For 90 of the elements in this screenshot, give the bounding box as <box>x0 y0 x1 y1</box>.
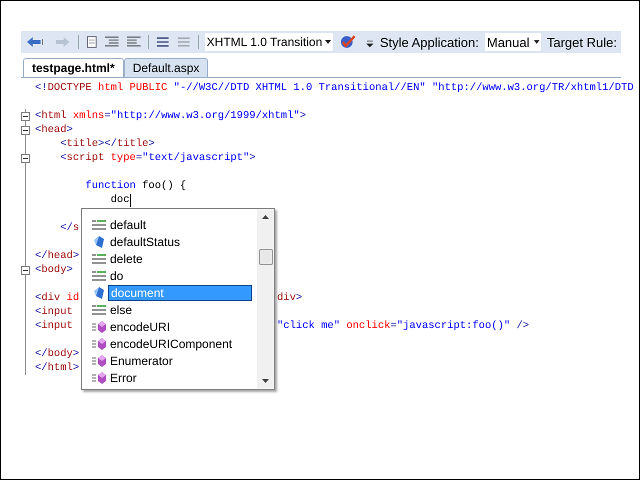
code-token: head <box>41 123 67 137</box>
code-token: html <box>41 109 67 123</box>
document-icon[interactable] <box>84 35 98 49</box>
code-token: DOCTYPE <box>48 81 92 95</box>
completion-item[interactable]: else <box>108 302 134 318</box>
code-token: < <box>35 291 42 305</box>
completion-item[interactable]: delete <box>108 250 145 266</box>
code-token: input <box>41 319 73 333</box>
target-rule-label: Target Rule: <box>546 36 617 48</box>
code-token: = <box>104 109 111 123</box>
code-token: title <box>116 137 148 151</box>
code-token: </ <box>35 249 48 263</box>
document-tab[interactable]: Default.aspx <box>124 58 208 77</box>
collapse-icon[interactable] <box>21 112 30 120</box>
code-token: input <box>41 305 73 319</box>
code-token: doc <box>110 193 130 207</box>
code-token: "http://www.w3.org/1999/xhtml" <box>110 109 300 123</box>
code-token: < <box>59 137 67 151</box>
code-token: xmlns <box>72 109 104 123</box>
keyword-icon <box>90 304 106 316</box>
code-token: div <box>41 291 60 305</box>
code-token: id <box>66 291 80 305</box>
completion-item[interactable]: Error <box>108 370 139 386</box>
code-token: "click me" <box>277 319 340 333</box>
method-icon <box>90 370 106 384</box>
style-application-dropdown[interactable]: Manual <box>484 33 541 51</box>
code-token: </ <box>35 361 48 375</box>
code-token: head <box>48 249 73 263</box>
code-token: > <box>296 291 302 305</box>
code-token: > <box>72 249 80 263</box>
indent-icon[interactable] <box>104 35 120 49</box>
list-icon[interactable] <box>176 35 192 49</box>
code-token: > <box>249 151 256 165</box>
code-token: onclick <box>345 319 390 333</box>
method-icon <box>90 320 106 334</box>
code-token: body <box>41 263 67 277</box>
code-token: < <box>35 123 42 137</box>
code-token: "javascript:foo()" <box>396 319 510 333</box>
completion-list[interactable]: default defaultStatus delete do document else encodeURI encodeURIComponent Enumerator Error <box>81 208 275 390</box>
code-token: ></ <box>98 137 117 151</box>
code-token: html PUBLIC <box>97 81 168 95</box>
completion-item[interactable]: encodeURI <box>108 318 172 334</box>
style-application-label: Style Application: <box>380 36 479 48</box>
code-token: "text/javascript" <box>142 151 250 165</box>
code-token: script <box>66 151 104 165</box>
completion-item[interactable]: default <box>108 216 148 232</box>
code-token: title <box>66 137 98 151</box>
align-icon[interactable] <box>154 35 170 49</box>
code-token: </ <box>35 347 48 361</box>
document-tab[interactable]: testpage.html* <box>23 58 124 77</box>
code-token: function <box>84 179 136 193</box>
code-token: foo() { <box>141 179 186 193</box>
keyword-icon <box>90 270 106 282</box>
method-icon <box>90 354 106 368</box>
code-token: < <box>59 151 67 165</box>
code-token: type <box>110 151 136 165</box>
code-token: "-//W3C//DTD XHTML 1.0 Transitional//EN" "http://www.w3.org/TR/xhtml1/DTD <box>174 81 634 95</box>
code-token: < <box>35 109 42 123</box>
keyword-icon <box>90 252 106 264</box>
completion-item[interactable]: defaultStatus <box>108 234 182 250</box>
code-token: <! <box>35 81 48 95</box>
outdent-icon[interactable] <box>126 35 142 49</box>
code-token: < <box>35 263 42 277</box>
code-token: > <box>148 137 155 151</box>
code-token: > <box>66 123 73 137</box>
method-icon <box>90 336 106 350</box>
code-token: < <box>35 319 42 333</box>
code-token: > <box>300 109 306 123</box>
code-token: div <box>277 291 296 305</box>
code-token: > <box>72 347 80 361</box>
code-token: /> <box>515 319 530 333</box>
collapse-icon[interactable] <box>21 126 30 134</box>
code-token: body <box>48 347 73 361</box>
code-token: = <box>390 319 397 333</box>
scrollbar-thumb[interactable] <box>258 249 272 265</box>
collapse-icon[interactable] <box>21 154 30 162</box>
code-token: = <box>136 151 142 165</box>
code-token: > <box>72 361 80 375</box>
keyword-icon <box>90 218 106 230</box>
completion-item[interactable]: do <box>108 268 126 284</box>
code-token: < <box>35 305 42 319</box>
scrollbar[interactable] <box>257 209 274 389</box>
code-token: </ <box>59 221 73 235</box>
code-token: s <box>72 221 80 235</box>
code-token: html <box>48 361 73 375</box>
collapse-icon[interactable] <box>21 266 30 274</box>
completion-item[interactable]: Enumerator <box>108 352 175 368</box>
completion-item[interactable]: encodeURIComponent <box>108 336 234 352</box>
doctype-dropdown[interactable]: XHTML 1.0 Transition <box>204 33 333 51</box>
code-token: > <box>66 263 73 277</box>
